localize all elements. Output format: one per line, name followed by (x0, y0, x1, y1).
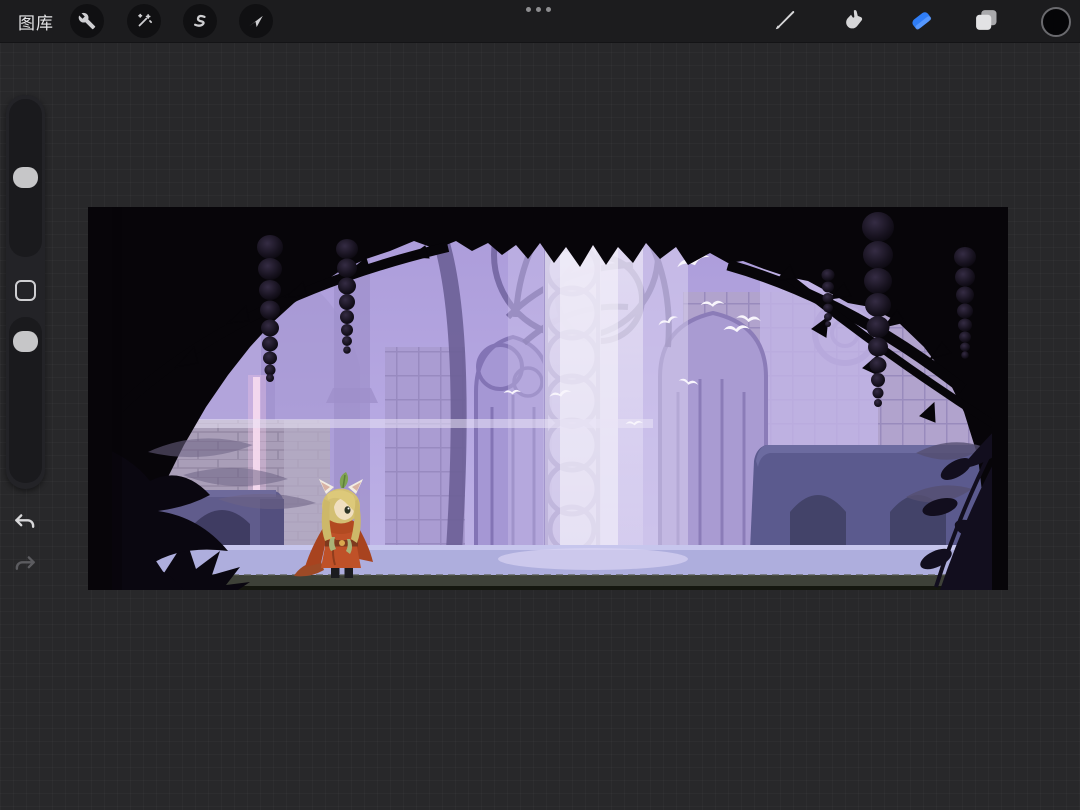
selection-s-icon (191, 12, 209, 30)
redo-arrow-icon (12, 552, 38, 583)
actions-button[interactable] (70, 4, 104, 38)
top-toolbar: 图库 (0, 0, 1080, 43)
redo-button[interactable] (8, 550, 42, 584)
ellipsis-icon[interactable] (526, 7, 551, 12)
modify-square-icon[interactable] (15, 280, 36, 301)
eraser-icon (907, 6, 935, 39)
layers-icon (972, 6, 1000, 39)
artwork-cathedral-scene (88, 207, 1008, 590)
selection-button[interactable] (183, 4, 217, 38)
brush-icon (772, 7, 798, 38)
smudge-tool-button[interactable] (835, 4, 871, 40)
transform-arrow-icon (247, 12, 265, 30)
wrench-icon (78, 12, 96, 30)
adjustments-button[interactable] (127, 4, 161, 38)
opacity-handle[interactable] (13, 331, 38, 352)
magic-wand-icon (135, 12, 153, 30)
eraser-tool-button[interactable] (903, 4, 939, 40)
undo-button[interactable] (8, 508, 42, 542)
color-swatch[interactable] (1038, 4, 1074, 40)
transform-button[interactable] (239, 4, 273, 38)
app-window: 图库 (0, 0, 1080, 810)
undo-arrow-icon (12, 510, 38, 541)
smudge-finger-icon (840, 7, 866, 38)
drawing-canvas[interactable] (88, 207, 1008, 590)
current-color-icon (1041, 7, 1071, 37)
layers-button[interactable] (968, 4, 1004, 40)
gallery-button[interactable]: 图库 (18, 9, 54, 34)
side-toolbar (6, 95, 45, 489)
brush-size-handle[interactable] (13, 167, 38, 188)
brush-tool-button[interactable] (767, 4, 803, 40)
